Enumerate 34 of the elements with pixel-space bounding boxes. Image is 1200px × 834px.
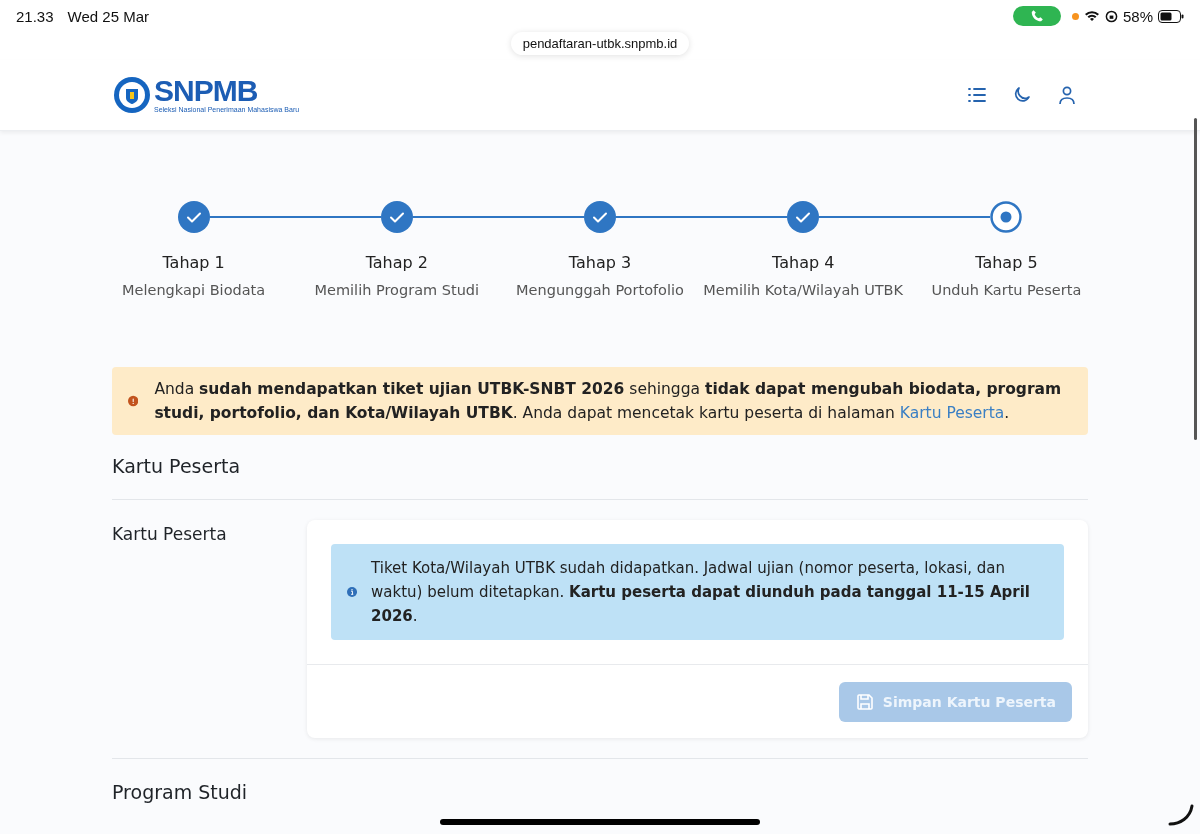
emblem-icon <box>113 76 151 114</box>
step-title: Tahap 1 <box>162 253 225 272</box>
url-pill[interactable]: pendaftaran-utbk.snpmb.id <box>510 32 690 55</box>
step-description: Unduh Kartu Peserta <box>931 281 1082 300</box>
user-icon[interactable] <box>1057 85 1077 105</box>
section-heading: Kartu Peserta <box>112 455 1088 500</box>
step-description: Mengunggah Portofolio <box>516 281 684 300</box>
section-heading: Program Studi <box>112 781 248 803</box>
phone-icon <box>1029 9 1044 23</box>
step-title: Tahap 2 <box>365 253 428 272</box>
battery-icon <box>1158 9 1184 23</box>
kartu-peserta-link[interactable]: Kartu Peserta <box>899 404 1005 422</box>
step-title: Tahap 3 <box>568 253 632 272</box>
corner-arc-icon <box>1168 804 1194 826</box>
warning-message: Anda sudah mendapatkan tiket ujian UTBK-SNBT 2026 sehingga tidak dapat mengubah biodata, program studi, portofolio, dan Kota/Wilayah UTBK. Anda dapat mencetak kartu peserta di halaman Kartu Peserta. <box>154 379 1063 424</box>
scrollbar[interactable] <box>1194 118 1197 440</box>
rotation-lock-icon <box>1104 9 1118 23</box>
menu-icon[interactable] <box>967 85 987 105</box>
step-description: Memilih Program Studi <box>314 281 480 300</box>
step-title: Tahap 5 <box>975 253 1038 272</box>
field-label: Kartu Peserta <box>112 523 228 546</box>
recording-dot-icon <box>1071 12 1079 20</box>
moon-icon[interactable] <box>1012 85 1032 105</box>
battery-percent: 58% <box>1122 7 1153 25</box>
step-title: Tahap 4 <box>772 253 835 272</box>
status-time: 21.33 <box>16 7 54 25</box>
step-description: Melengkapi Biodata <box>122 281 266 300</box>
wifi-icon <box>1083 10 1100 22</box>
call-indicator[interactable] <box>1012 6 1061 26</box>
save-icon <box>854 692 875 712</box>
step-description: Memilih Kota/Wilayah UTBK <box>703 281 904 300</box>
info-message: Tiket Kota/Wilayah UTBK sudah didapatkan. Jadwal ujian (nomor peserta, lokasi, dan waktu) belum ditetapkan. Kartu peserta dapat diunduh pada tanggal 11-15 April 2026. <box>371 558 1031 627</box>
status-date: Wed 25 Mar <box>67 7 149 25</box>
logo-wordmark: SNPMB <box>154 76 259 106</box>
